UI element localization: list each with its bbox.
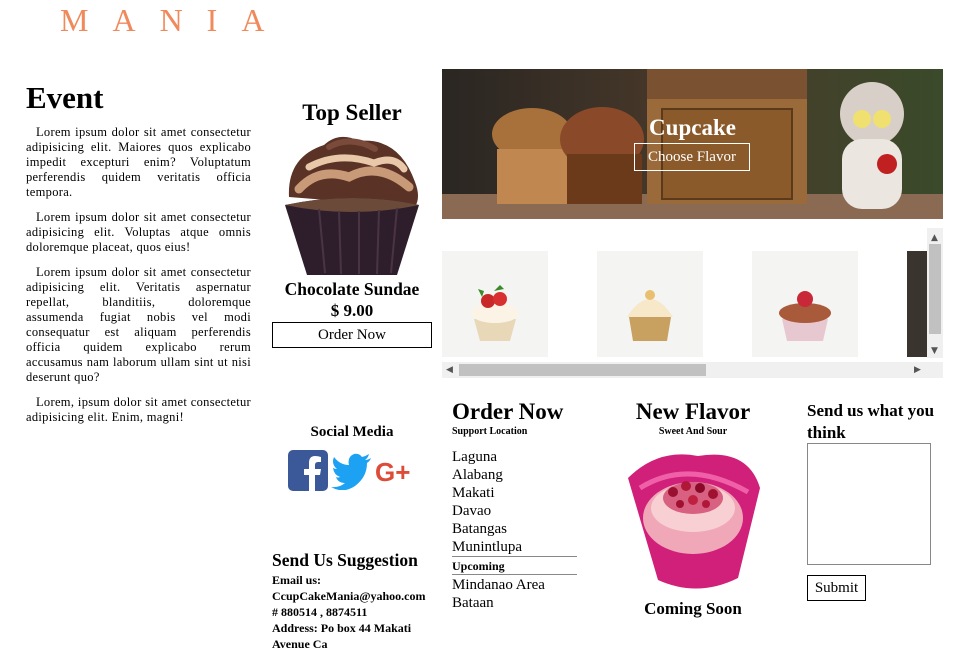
scroll-down-icon[interactable]: ▼ <box>931 346 938 356</box>
choose-flavor-button[interactable]: Choose Flavor <box>634 143 750 171</box>
scroll-left-icon[interactable]: ◀ <box>446 365 453 375</box>
scroll-up-icon[interactable]: ▲ <box>931 233 938 243</box>
vertical-scroll-thumb[interactable] <box>929 244 941 334</box>
submit-button[interactable]: Submit <box>807 575 866 601</box>
upcoming-item: Bataan <box>452 595 494 611</box>
upcoming-item: Mindanao Area <box>452 577 545 593</box>
gallery-cupcake-vanilla[interactable] <box>597 251 703 357</box>
twitter-icon[interactable] <box>331 452 373 490</box>
event-paragraph: Lorem ipsum dolor sit amet consectetur a… <box>26 210 251 254</box>
logo: MANIA <box>60 2 289 38</box>
scroll-right-icon[interactable]: ▶ <box>914 365 921 375</box>
upcoming-label: Upcoming <box>452 559 505 573</box>
social-media-title: Social Media <box>310 424 394 440</box>
location-item: Munintlupa <box>452 539 522 555</box>
hero-title: Cupcake <box>649 115 736 140</box>
google-plus-icon[interactable]: G+ <box>375 456 417 486</box>
gallery-cupcake-partial[interactable] <box>907 251 927 357</box>
feedback-textarea[interactable] <box>807 443 931 565</box>
address: Address: Po box 44 Makati Avenue Ca <box>272 621 412 651</box>
cupcake-gallery[interactable] <box>442 228 943 378</box>
email-address: CcupCakeMania@yahoo.com <box>272 589 426 603</box>
suggestion-title: Send Us Suggestion <box>272 550 418 570</box>
location-item: Alabang <box>452 467 503 483</box>
email-label: Email us: <box>272 573 322 587</box>
event-paragraph: Lorem ipsum dolor sit amet consectetur a… <box>26 265 251 384</box>
order-now-title: Order Now <box>452 399 564 424</box>
divider <box>452 556 577 557</box>
horizontal-scroll-thumb[interactable] <box>459 364 706 376</box>
new-flavor-image <box>628 454 760 589</box>
order-now-button[interactable]: Order Now <box>272 322 432 348</box>
gallery-cupcake-strawberry[interactable] <box>442 251 548 357</box>
event-paragraph: Lorem, ipsum dolor sit amet consectetur … <box>26 395 251 424</box>
divider <box>452 574 577 575</box>
top-seller-price: $ 9.00 <box>330 301 374 320</box>
coming-soon-label: Coming Soon <box>644 599 742 618</box>
phone-numbers: # 880514 , 8874511 <box>272 605 368 619</box>
new-flavor-title: New Flavor <box>635 399 751 424</box>
upcoming-list: Mindanao Area Bataan <box>452 576 577 612</box>
location-item: Makati <box>452 485 495 501</box>
gallery-cupcake-berry[interactable] <box>752 251 858 357</box>
location-item: Laguna <box>452 449 497 465</box>
top-seller-name: Chocolate Sundae <box>284 279 420 299</box>
feedback-title: Send us what you think <box>807 401 935 442</box>
location-item: Batangas <box>452 521 507 537</box>
location-item: Davao <box>452 503 492 519</box>
support-location-label: Support Location <box>452 426 528 437</box>
contact-info: Email us: CcupCakeMania@yahoo.com # 8805… <box>272 572 447 652</box>
location-list: Laguna Alabang Makati Davao Batangas Mun… <box>452 448 577 556</box>
top-seller-image <box>285 136 419 275</box>
event-title: Event <box>26 80 104 115</box>
google-plus-text: G+ <box>375 457 410 486</box>
top-seller-title: Top Seller <box>302 100 402 125</box>
facebook-icon[interactable] <box>288 450 328 491</box>
event-paragraph: Lorem ipsum dolor sit amet consectetur a… <box>26 125 251 199</box>
new-flavor-subtitle: Sweet And Sour <box>658 426 728 437</box>
event-text: Lorem ipsum dolor sit amet consectetur a… <box>26 125 251 435</box>
